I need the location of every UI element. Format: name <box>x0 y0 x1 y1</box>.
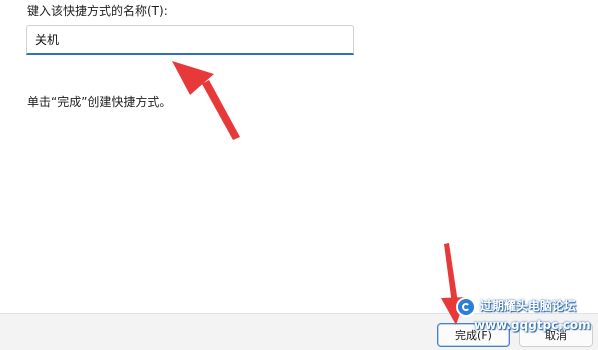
finish-button[interactable]: 完成(F) <box>437 323 510 347</box>
shortcut-name-input[interactable] <box>26 25 354 55</box>
shortcut-name-label: 键入该快捷方式的名称(T): <box>27 4 168 18</box>
wizard-content: 键入该快捷方式的名称(T): 单击“完成”创建快捷方式。 <box>0 0 598 313</box>
finish-instruction: 单击“完成”创建快捷方式。 <box>27 95 172 109</box>
cancel-button[interactable]: 取消 <box>519 323 593 347</box>
wizard-footer: 完成(F) 取消 <box>0 313 598 350</box>
